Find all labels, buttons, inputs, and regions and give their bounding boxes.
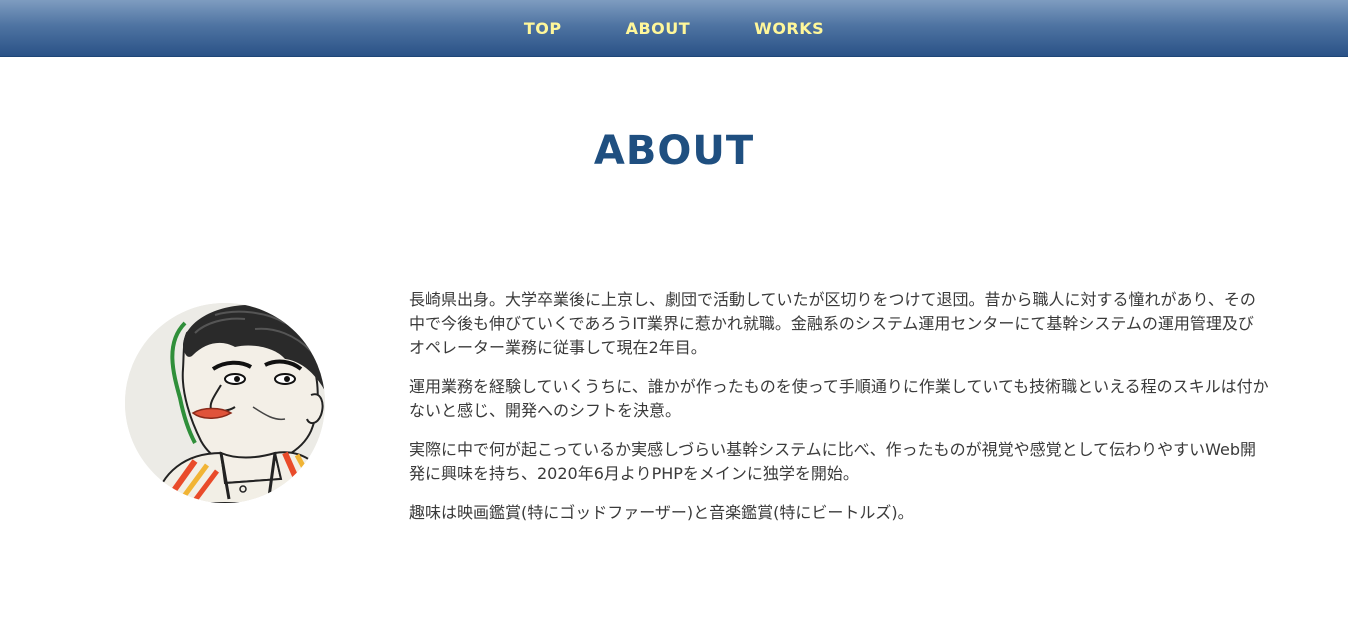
- nav-link-works[interactable]: WORKS: [754, 19, 824, 38]
- bio-paragraph-2: 運用業務を経験していくうちに、誰かが作ったものを使って手順通りに作業していても技…: [409, 377, 1269, 420]
- profile-avatar: [125, 303, 325, 503]
- nav-link-about[interactable]: ABOUT: [626, 19, 691, 38]
- about-bio: 長崎県出身。大学卒業後に上京し、劇団で活動していたが区切りをつけて退団。昔から職…: [409, 288, 1269, 540]
- bio-paragraph-4: 趣味は映画鑑賞(特にゴッドファーザー)と音楽鑑賞(特にビートルズ)。: [409, 503, 914, 522]
- bio-paragraph-3: 実際に中で何が起こっているか実感しづらい基幹システムに比べ、作ったものが視覚や感…: [409, 440, 1257, 483]
- top-navbar: TOP ABOUT WORKS: [0, 0, 1348, 57]
- nav-link-top[interactable]: TOP: [524, 19, 562, 38]
- nav-menu: TOP ABOUT WORKS: [0, 0, 1348, 56]
- page-title: ABOUT: [593, 128, 755, 174]
- portrait-drawing: [125, 303, 325, 503]
- bio-paragraph-1: 長崎県出身。大学卒業後に上京し、劇団で活動していたが区切りをつけて退団。昔から職…: [409, 290, 1256, 357]
